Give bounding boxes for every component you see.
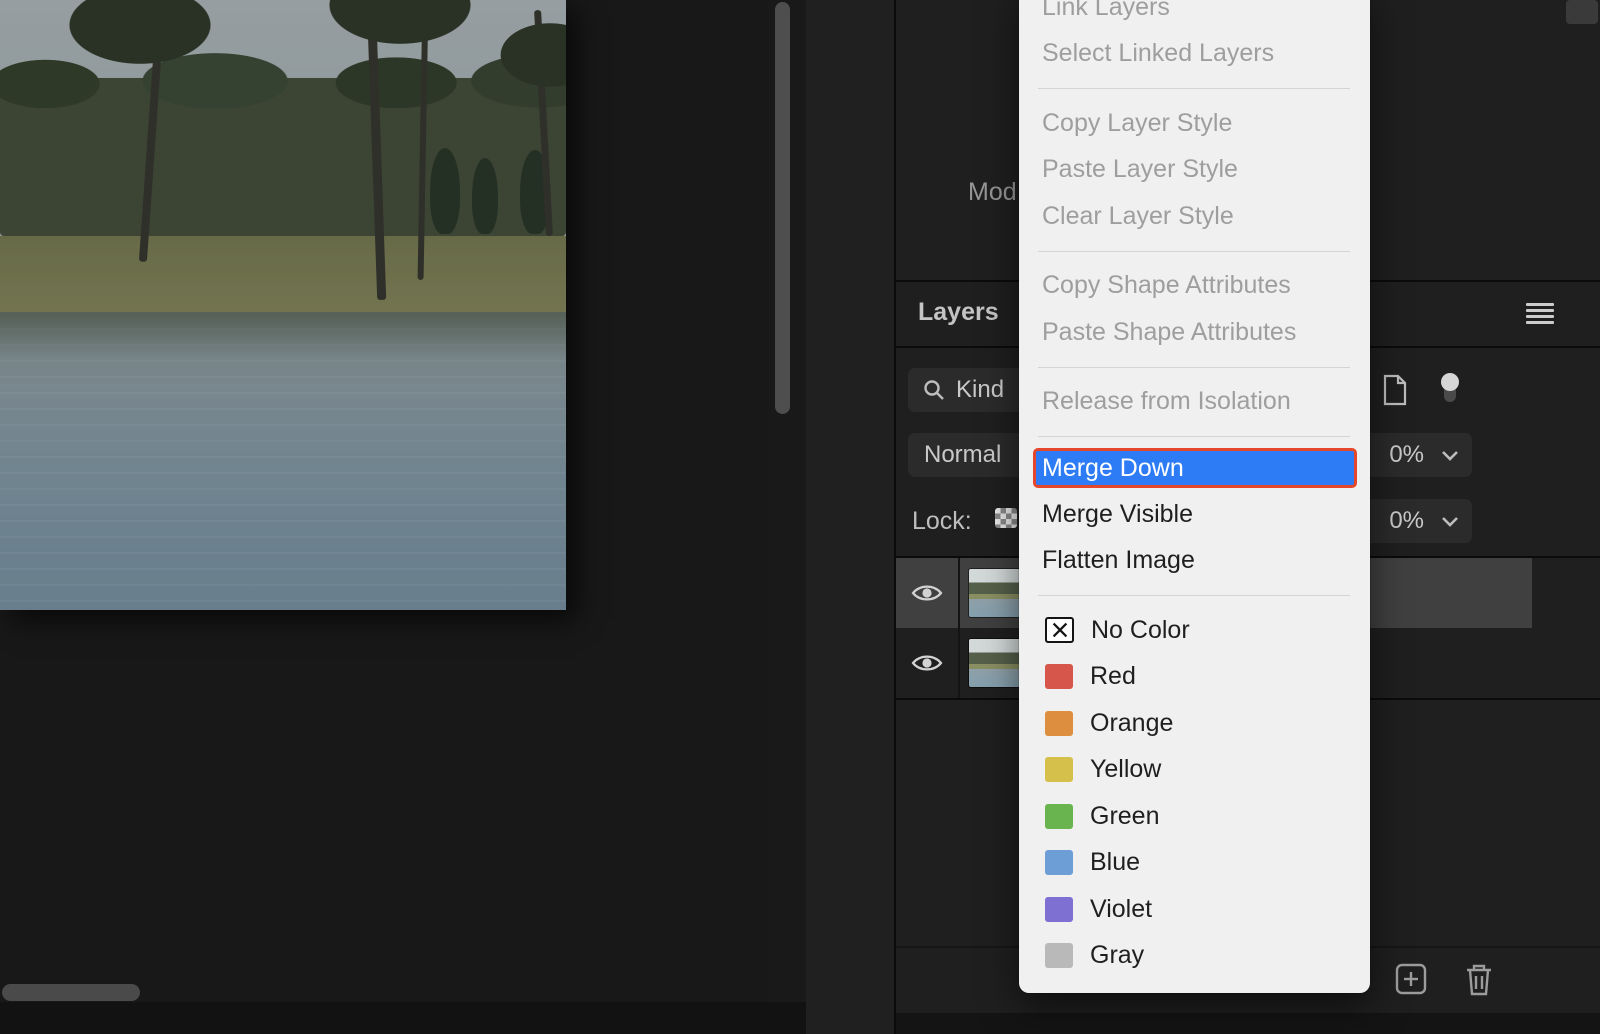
statusbar-strip [0, 1002, 806, 1034]
filter-document-icon[interactable] [1382, 374, 1408, 406]
panel-footer-strip [896, 1013, 1600, 1034]
menu-item-orange[interactable]: Orange [1019, 700, 1370, 747]
violet-swatch-icon [1045, 897, 1073, 922]
menu-item-label: Gray [1090, 941, 1144, 970]
menu-item-label: Yellow [1090, 755, 1161, 784]
menu-item-red[interactable]: Red [1019, 654, 1370, 701]
no-color-swatch-icon [1045, 617, 1074, 643]
eye-cell[interactable] [896, 558, 960, 628]
menu-item-release-from-isolation[interactable]: Release from Isolation [1019, 379, 1370, 426]
panel-menu-icon[interactable] [1526, 303, 1554, 325]
menu-item-paste-layer-style[interactable]: Paste Layer Style [1019, 147, 1370, 194]
green-swatch-icon [1045, 804, 1073, 829]
menu-item-select-linked-layers[interactable]: Select Linked Layers [1019, 31, 1370, 78]
canvas-horizontal-scrollbar-thumb[interactable] [2, 984, 140, 1001]
menu-item-green[interactable]: Green [1019, 793, 1370, 840]
menu-separator [1038, 367, 1350, 368]
menu-item-label: Orange [1090, 709, 1173, 738]
menu-item-violet[interactable]: Violet [1019, 886, 1370, 933]
menu-item-label: Green [1090, 802, 1159, 831]
lock-transparency-icon[interactable] [995, 508, 1017, 528]
menu-item-label: No Color [1091, 616, 1190, 645]
menu-item-gray[interactable]: Gray [1019, 933, 1370, 980]
photoshop-window: Mod Layers Kind [0, 0, 1600, 1034]
panel-gutter [806, 0, 896, 1034]
gray-swatch-icon [1045, 943, 1073, 968]
menu-item-yellow[interactable]: Yellow [1019, 747, 1370, 794]
menu-item-merge-visible[interactable]: Merge Visible [1019, 491, 1370, 538]
lock-label: Lock: [912, 507, 972, 536]
layers-panel-title: Layers [918, 298, 999, 327]
delete-layer-button[interactable] [1461, 960, 1497, 998]
menu-separator [1038, 436, 1350, 437]
blend-mode-value: Normal [924, 441, 1001, 469]
blue-swatch-icon [1045, 850, 1073, 875]
yellow-swatch-icon [1045, 757, 1073, 782]
menu-item-label: Red [1090, 662, 1136, 691]
chevron-down-icon[interactable] [1440, 448, 1460, 462]
orange-swatch-icon [1045, 711, 1073, 736]
opacity-value: 0% [1389, 441, 1424, 469]
menu-item-no-color[interactable]: No Color [1019, 607, 1370, 654]
menu-separator [1038, 595, 1350, 596]
menu-item-blue[interactable]: Blue [1019, 840, 1370, 887]
layers-context-menu: Link Layers Select Linked Layers Copy La… [1019, 0, 1370, 993]
menu-item-flatten-image[interactable]: Flatten Image [1019, 538, 1370, 585]
menu-item-link-layers[interactable]: Link Layers [1019, 0, 1370, 31]
panel-scrollbar-thumb[interactable] [1566, 0, 1598, 24]
menu-item-paste-shape-attributes[interactable]: Paste Shape Attributes [1019, 309, 1370, 356]
menu-item-label: Violet [1090, 895, 1152, 924]
dim-overlay [0, 0, 566, 610]
document-canvas[interactable] [0, 0, 566, 610]
menu-item-copy-shape-attributes[interactable]: Copy Shape Attributes [1019, 263, 1370, 310]
mode-label-partial: Mod [968, 178, 1017, 207]
menu-item-merge-down[interactable]: Merge Down [1033, 448, 1357, 488]
fill-value: 0% [1389, 507, 1424, 535]
add-layer-button[interactable] [1395, 963, 1427, 995]
menu-separator [1038, 88, 1350, 89]
canvas-vertical-scrollbar-thumb[interactable] [775, 2, 790, 414]
filter-kind-label: Kind [956, 376, 1004, 404]
search-icon [922, 378, 946, 402]
filter-toggle-switch[interactable] [1436, 370, 1464, 408]
red-swatch-icon [1045, 664, 1073, 689]
menu-item-clear-layer-style[interactable]: Clear Layer Style [1019, 193, 1370, 240]
menu-item-copy-layer-style[interactable]: Copy Layer Style [1019, 100, 1370, 147]
chevron-down-icon[interactable] [1440, 514, 1460, 528]
menu-item-label: Blue [1090, 848, 1140, 877]
menu-separator [1038, 251, 1350, 252]
eye-cell[interactable] [896, 628, 960, 698]
